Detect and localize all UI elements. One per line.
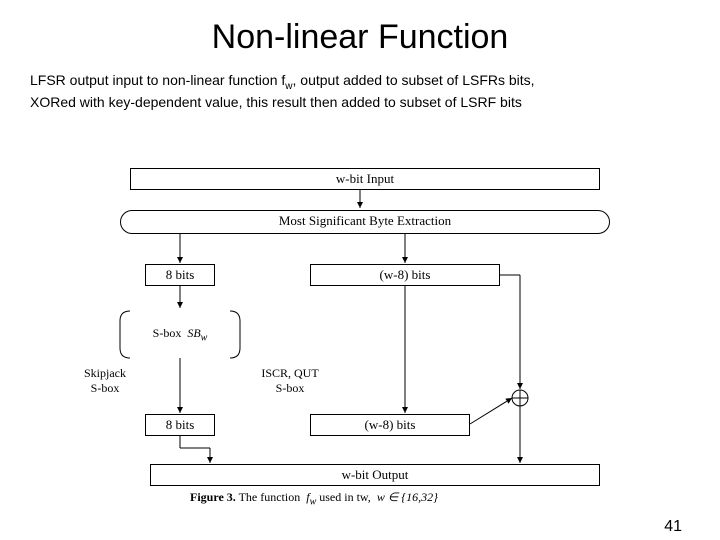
slide-body: LFSR output input to non-linear function… bbox=[30, 71, 690, 111]
bits8-lower: 8 bits bbox=[145, 414, 215, 436]
msb-box: Most Significant Byte Extraction bbox=[120, 210, 610, 234]
page-number: 41 bbox=[664, 518, 682, 536]
iscr-l2: S-box bbox=[276, 381, 305, 395]
skipjack-label: Skipjack S-box bbox=[70, 366, 140, 396]
bitswm8-upper: (w-8) bits bbox=[310, 264, 500, 286]
sbox-sym: SB bbox=[187, 326, 200, 340]
input-box: w-bit Input bbox=[130, 168, 600, 190]
output-box: w-bit Output bbox=[150, 464, 600, 486]
figure-caption: Figure 3. The function fw used in tw, w … bbox=[190, 490, 438, 507]
body-line1b: , output added to subset of LSFRs bits, bbox=[293, 72, 535, 88]
bitswm8-lower: (w-8) bits bbox=[310, 414, 470, 436]
body-line2: XORed with key-dependent value, this res… bbox=[30, 94, 522, 110]
slide-title: Non-linear Function bbox=[0, 18, 720, 57]
sbox-sub: w bbox=[201, 332, 208, 343]
body-sub: w bbox=[285, 81, 292, 92]
cap-d: used in tw, bbox=[319, 490, 371, 504]
body-line1a: LFSR output input to non-linear function… bbox=[30, 72, 285, 88]
sbox-label: S-box SBw bbox=[135, 326, 225, 343]
skipjack-l2: S-box bbox=[91, 381, 120, 395]
iscr-label: ISCR, QUT S-box bbox=[245, 366, 335, 396]
cap-c-sub: w bbox=[310, 496, 317, 507]
cap-a: Figure 3. bbox=[190, 490, 236, 504]
cap-b: The function bbox=[239, 490, 301, 504]
iscr-l1: ISCR, QUT bbox=[261, 366, 318, 380]
bits8-upper: 8 bits bbox=[145, 264, 215, 286]
sbox-word: S-box bbox=[153, 326, 182, 340]
skipjack-l1: Skipjack bbox=[84, 366, 126, 380]
diagram: w-bit Input Most Significant Byte Extrac… bbox=[60, 168, 660, 498]
cap-e: w ∈ {16,32} bbox=[377, 490, 438, 504]
